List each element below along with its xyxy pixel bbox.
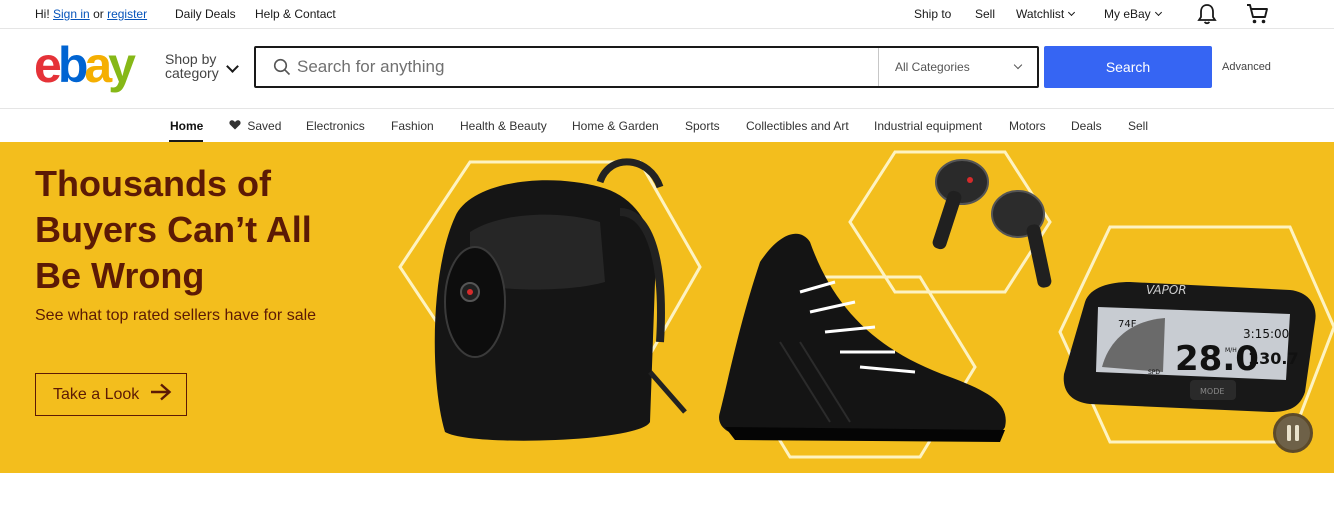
category-label: category	[165, 65, 219, 81]
arrow-right-icon	[150, 383, 172, 406]
search-input[interactable]	[297, 54, 867, 80]
take-a-look-button[interactable]: Take a Look	[35, 373, 187, 416]
nav-item-saved-label: Saved	[247, 119, 282, 133]
category-nav: Home Saved Electronics Fashion Health & …	[0, 108, 1334, 142]
ebay-logo[interactable]: ebay	[34, 39, 136, 91]
ship-to-link[interactable]: Ship to	[914, 7, 951, 21]
header: ebay Shop by category All Categories Sea…	[0, 29, 1334, 108]
chevron-down-icon	[1068, 8, 1076, 17]
search-box: All Categories	[254, 46, 1039, 88]
sell-link[interactable]: Sell	[975, 7, 995, 21]
backpack-image	[434, 158, 687, 441]
chevron-down-icon	[1154, 8, 1162, 17]
greeting-text: Hi!	[35, 7, 50, 21]
nav-item-sell[interactable]: Sell	[1128, 119, 1148, 133]
hero-banner[interactable]: 28.0 130.7 3:15:00 74F VAPOR M/H SPD MOD…	[0, 142, 1334, 473]
shop-by-category-button[interactable]: Shop by category	[165, 52, 219, 80]
nav-item-fashion[interactable]: Fashion	[391, 119, 434, 133]
speedometer-image: 28.0 130.7 3:15:00 74F VAPOR M/H SPD MOD…	[1063, 282, 1316, 412]
nav-item-health-beauty[interactable]: Health & Beauty	[460, 119, 547, 133]
nav-item-collectibles-art[interactable]: Collectibles and Art	[746, 119, 849, 133]
search-icon	[273, 58, 291, 81]
category-select[interactable]: All Categories	[878, 48, 1039, 86]
top-utility-bar: Hi! Sign in or register Daily Deals Help…	[0, 0, 1334, 29]
nav-item-home[interactable]: Home	[170, 119, 203, 133]
nav-item-sports[interactable]: Sports	[685, 119, 720, 133]
nav-item-deals[interactable]: Deals	[1071, 119, 1102, 133]
sign-in-link[interactable]: Sign in	[53, 7, 90, 21]
or-text: or	[93, 7, 104, 21]
chevron-down-icon[interactable]	[226, 60, 239, 73]
svg-text:SPD: SPD	[1148, 369, 1160, 376]
svg-text:130.7: 130.7	[1248, 349, 1299, 368]
sneaker-image	[719, 233, 1006, 442]
headline-line-3: Be Wrong	[35, 255, 205, 296]
category-select-value: All Categories	[895, 60, 970, 74]
banner-subline: See what top rated sellers have for sale	[35, 307, 317, 324]
pause-icon[interactable]	[1273, 413, 1313, 453]
bell-icon[interactable]	[1196, 3, 1218, 28]
svg-text:74F: 74F	[1118, 319, 1137, 330]
svg-text:28.0: 28.0	[1175, 339, 1259, 379]
shop-by-label: Shop by	[165, 51, 217, 67]
take-a-look-label: Take a Look	[53, 385, 140, 403]
help-contact-link[interactable]: Help & Contact	[255, 7, 336, 21]
daily-deals-link[interactable]: Daily Deals	[175, 7, 236, 21]
chevron-down-icon	[1013, 60, 1023, 70]
earbuds-image	[932, 159, 1052, 288]
headline-line-2: Buyers Can’t All	[35, 209, 312, 250]
nav-item-industrial-equipment[interactable]: Industrial equipment	[874, 119, 982, 133]
nav-item-motors[interactable]: Motors	[1009, 119, 1046, 133]
advanced-search-link[interactable]: Advanced	[1222, 61, 1271, 73]
my-ebay-label: My eBay	[1104, 7, 1151, 21]
nav-item-home-garden[interactable]: Home & Garden	[572, 119, 659, 133]
nav-item-saved[interactable]: Saved	[229, 119, 281, 133]
watchlist-label: Watchlist	[1016, 7, 1065, 21]
watchlist-menu[interactable]: Watchlist	[1016, 7, 1076, 21]
cart-icon[interactable]	[1246, 3, 1270, 28]
my-ebay-menu[interactable]: My eBay	[1104, 7, 1162, 21]
nav-item-electronics[interactable]: Electronics	[306, 119, 365, 133]
banner-headline: Thousands of Buyers Can’t All Be Wrong	[35, 161, 365, 299]
svg-text:3:15:00: 3:15:00	[1243, 327, 1289, 341]
svg-text:M/H: M/H	[1225, 347, 1237, 354]
greeting-area: Hi! Sign in or register	[35, 7, 147, 21]
svg-text:MODE: MODE	[1200, 387, 1224, 396]
register-link[interactable]: register	[107, 7, 147, 21]
search-button[interactable]: Search	[1044, 46, 1212, 88]
headline-line-1: Thousands of	[35, 163, 271, 204]
heart-icon	[229, 120, 241, 130]
svg-text:VAPOR: VAPOR	[1146, 283, 1187, 297]
